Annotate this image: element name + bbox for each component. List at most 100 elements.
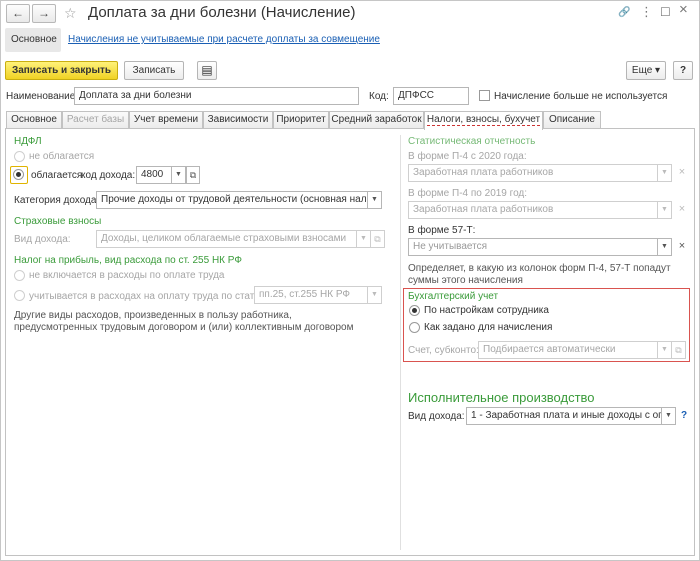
save-and-close-button[interactable]: Записать и закрыть [5, 61, 118, 80]
enf-income-label: Вид дохода: [408, 411, 465, 422]
ndfl-taxed-radio[interactable] [13, 169, 24, 180]
back-button[interactable]: ← [6, 4, 30, 23]
maximize-icon[interactable]: ☐ [660, 5, 671, 19]
ndfl-taxed-label: облагается [31, 170, 83, 181]
article-dropdown[interactable]: ▼ [368, 286, 382, 304]
tab-base-calc[interactable]: Расчет базы [62, 111, 129, 129]
income-code-label: код дохода: [81, 170, 136, 181]
not-included-label: не включается в расходы по оплате труда [29, 270, 225, 281]
enforcement-header: Исполнительное производство [408, 390, 595, 405]
as-accrual-label: Как задано для начисления [424, 322, 553, 333]
by-employee-radio[interactable] [409, 305, 420, 316]
column-divider [400, 135, 401, 550]
ndfl-header: НДФЛ [14, 136, 42, 147]
chevron-down-icon: ▼ [175, 171, 182, 178]
f57t-clear[interactable]: × [675, 238, 689, 256]
clear-icon: × [678, 240, 686, 252]
insurance-header: Страховые взносы [14, 216, 102, 227]
favorite-star-icon[interactable]: ☆ [64, 6, 77, 20]
enf-income-input[interactable]: 1 - Заработная плата и иные доходы с огр… [466, 407, 662, 425]
income-code-open[interactable]: ⧉ [186, 166, 200, 184]
enf-income-dropdown[interactable]: ▼ [662, 407, 676, 425]
chevron-down-icon: ▼ [371, 196, 378, 203]
income-type-input[interactable]: Доходы, целиком облагаемые страховыми вз… [96, 230, 357, 248]
window-title: Доплата за дни болезни (Начисление) [88, 4, 356, 21]
f57t-input[interactable]: Не учитывается [408, 238, 658, 256]
p4-2020-label: В форме П-4 с 2020 года: [408, 151, 527, 162]
more-menu-button[interactable]: Еще ▾ [626, 61, 666, 80]
save-button[interactable]: Записать [124, 61, 184, 80]
clear-icon: × [678, 166, 686, 178]
by-employee-label: По настройкам сотрудника [424, 305, 549, 316]
tab-main[interactable]: Основное [6, 111, 62, 129]
as-accrual-radio[interactable] [409, 322, 420, 333]
header-tab-link[interactable]: Начисления не учитываемые при расчете до… [68, 34, 380, 45]
p4-2020-dropdown[interactable]: ▼ [658, 164, 672, 182]
account-open[interactable]: ⧉ [672, 341, 686, 359]
income-type-dropdown[interactable]: ▼ [357, 230, 371, 248]
account-input[interactable]: Подбирается автоматически [478, 341, 658, 359]
tab-dependencies[interactable]: Зависимости [203, 111, 273, 129]
tab-time-accounting[interactable]: Учет времени [129, 111, 203, 129]
p4-2020-clear[interactable]: × [675, 164, 689, 182]
report-button[interactable]: ▤ [197, 61, 217, 80]
tab-taxes[interactable]: Налоги, взносы, бухучет [424, 111, 543, 130]
enf-help-icon[interactable]: ? [681, 410, 687, 421]
ndfl-not-taxed-radio[interactable] [14, 151, 25, 162]
income-code-input[interactable]: 4800 [136, 166, 172, 184]
account-label: Счет, субконто: [408, 345, 479, 356]
included-radio[interactable] [14, 290, 25, 301]
stat-header: Статистическая отчетность [408, 136, 536, 147]
article-input[interactable]: пп.25, ст.255 НК РФ [254, 286, 368, 304]
header-tab-main-label: Основное [11, 34, 57, 45]
income-category-input[interactable]: Прочие доходы от трудовой деятельности (… [96, 191, 368, 209]
p4-2019-clear[interactable]: × [675, 201, 689, 219]
open-icon: ⧉ [374, 234, 381, 244]
accounting-header: Бухгалтерский учет [408, 291, 499, 302]
p4-2019-dropdown[interactable]: ▼ [658, 201, 672, 219]
name-input[interactable]: Доплата за дни болезни [74, 87, 359, 105]
f57t-dropdown[interactable]: ▼ [658, 238, 672, 256]
more-actions-icon[interactable]: ⋮ [640, 5, 653, 19]
p4-2019-input[interactable]: Заработная плата работников [408, 201, 658, 219]
clear-icon: × [678, 203, 686, 215]
chevron-down-icon: ▼ [360, 235, 367, 242]
profit-tax-header: Налог на прибыль, вид расхода по ст. 255… [14, 255, 242, 266]
tab-priority[interactable]: Приоритет [273, 111, 329, 129]
code-label: Код: [369, 91, 389, 102]
expense-note: Другие виды расходов, произведенных в по… [14, 310, 354, 333]
open-icon: ⧉ [675, 345, 682, 355]
income-category-dropdown[interactable]: ▼ [368, 191, 382, 209]
income-category-label: Категория дохода: [14, 195, 100, 206]
help-button[interactable]: ? [673, 61, 693, 80]
arrow-right-icon: → [38, 6, 50, 20]
chevron-down-icon: ▼ [661, 243, 668, 250]
chevron-down-icon: ▼ [665, 412, 672, 419]
tab-average-earnings[interactable]: Средний заработок [329, 111, 424, 129]
report-icon: ▤ [201, 63, 213, 77]
tab-description[interactable]: Описание [543, 111, 601, 129]
header-tab-main[interactable]: Основное [5, 28, 61, 52]
chevron-down-icon: ▼ [661, 169, 668, 176]
p4-2019-label: В форме П-4 по 2019 год: [408, 188, 528, 199]
not-included-radio[interactable] [14, 270, 25, 281]
included-label: учитывается в расходах на оплату труда п… [29, 291, 268, 302]
link-icon[interactable]: 🔗 [618, 6, 630, 20]
not-used-label: Начисление больше не используется [494, 91, 668, 102]
ndfl-not-taxed-label: не облагается [29, 151, 95, 162]
income-type-label: Вид дохода: [14, 234, 71, 245]
arrow-left-icon: ← [12, 6, 24, 20]
forward-button[interactable]: → [32, 4, 56, 23]
close-icon[interactable]: × [679, 2, 688, 17]
more-menu-label: Еще [631, 65, 653, 76]
p4-2020-input[interactable]: Заработная плата работников [408, 164, 658, 182]
account-dropdown[interactable]: ▼ [658, 341, 672, 359]
tab-taxes-label: Налоги, взносы, бухучет [426, 114, 541, 126]
name-label: Наименование: [6, 91, 79, 102]
chevron-down-icon: ▼ [661, 346, 668, 353]
income-code-dropdown[interactable]: ▼ [172, 166, 186, 184]
open-icon: ⧉ [189, 170, 197, 180]
not-used-checkbox[interactable] [479, 90, 490, 101]
code-input[interactable]: ДПФСС [393, 87, 469, 105]
income-type-open[interactable]: ⧉ [371, 230, 385, 248]
